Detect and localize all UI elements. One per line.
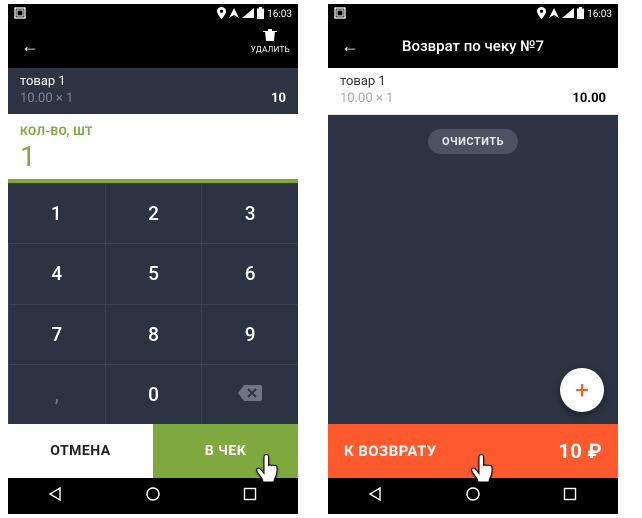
nav-recent[interactable] <box>225 486 275 506</box>
keypad: 1 2 3 4 5 6 7 8 9 , 0 <box>8 183 298 424</box>
battery-icon <box>257 7 264 22</box>
statusbar: 16:03 <box>8 4 298 24</box>
trash-icon <box>263 28 277 45</box>
return-amount: 10 ₽ <box>558 439 602 463</box>
key-4[interactable]: 4 <box>8 243 105 303</box>
key-5[interactable]: 5 <box>105 243 202 303</box>
quantity-panel: КОЛ-ВО, ШТ 1 <box>8 114 298 183</box>
item-price: 10.00 <box>572 91 606 106</box>
screenshot-icon <box>14 7 26 22</box>
key-6[interactable]: 6 <box>201 243 298 303</box>
key-1[interactable]: 1 <box>8 183 105 243</box>
item-price: 10 <box>271 91 286 106</box>
key-9[interactable]: 9 <box>201 304 298 364</box>
android-navbar <box>328 478 618 514</box>
signal-icon <box>549 8 559 21</box>
statusbar: 16:03 <box>328 4 618 24</box>
line-item[interactable]: товар 1 10.00 × 1 10.00 <box>328 68 618 115</box>
return-button[interactable]: К ВОЗВРАТУ 10 ₽ <box>328 424 618 478</box>
return-label: К ВОЗВРАТУ <box>344 442 437 460</box>
item-qty: 10.00 × 1 <box>340 91 393 106</box>
item-name: товар 1 <box>340 74 606 89</box>
item-name: товар 1 <box>20 74 286 89</box>
wifi-icon <box>242 8 254 21</box>
backspace-icon <box>238 383 262 406</box>
header: ← УДАЛИТЬ <box>8 24 298 68</box>
plus-icon: + <box>575 376 589 404</box>
item-qty: 10.00 × 1 <box>20 91 73 106</box>
clear-button[interactable]: ОЧИСТИТЬ <box>428 129 518 154</box>
quantity-value: 1 <box>20 140 286 173</box>
back-button[interactable]: ← <box>328 36 372 57</box>
phone-quantity-screen: 16:03 ← УДАЛИТЬ товар 1 10.00 × 1 10 КОЛ… <box>8 4 298 514</box>
key-8[interactable]: 8 <box>105 304 202 364</box>
signal-icon <box>229 8 239 21</box>
header: ← Возврат по чеку №7 <box>328 24 618 68</box>
action-row: ОТМЕНА В ЧЕК <box>8 424 298 478</box>
android-navbar <box>8 478 298 514</box>
key-backspace[interactable] <box>201 364 298 424</box>
delete-button[interactable]: УДАЛИТЬ <box>251 28 290 54</box>
nav-recent[interactable] <box>545 486 595 506</box>
line-item: товар 1 10.00 × 1 10 <box>8 68 298 114</box>
nav-home[interactable] <box>128 486 178 506</box>
page-title: Возврат по чеку №7 <box>372 37 618 55</box>
status-time: 16:03 <box>587 9 612 20</box>
status-time: 16:03 <box>267 9 292 20</box>
key-2[interactable]: 2 <box>105 183 202 243</box>
nav-home[interactable] <box>448 486 498 506</box>
key-0[interactable]: 0 <box>105 364 202 424</box>
wifi-icon <box>562 8 574 21</box>
delete-label: УДАЛИТЬ <box>251 45 290 54</box>
phone-return-screen: 16:03 ← Возврат по чеку №7 товар 1 10.00… <box>328 4 618 514</box>
screenshot-icon <box>334 7 346 22</box>
add-button-label: В ЧЕК <box>205 443 247 459</box>
nav-back[interactable] <box>31 486 81 506</box>
add-item-fab[interactable]: + <box>560 368 604 412</box>
location-icon <box>217 7 226 22</box>
nav-back[interactable] <box>351 486 401 506</box>
battery-icon <box>577 7 584 22</box>
back-button[interactable]: ← <box>8 36 52 57</box>
clear-row: ОЧИСТИТЬ <box>328 115 618 168</box>
quantity-label: КОЛ-ВО, ШТ <box>20 124 286 138</box>
key-comma[interactable]: , <box>8 364 105 424</box>
key-7[interactable]: 7 <box>8 304 105 364</box>
empty-area: + <box>328 168 618 424</box>
key-3[interactable]: 3 <box>201 183 298 243</box>
add-to-receipt-button[interactable]: В ЧЕК <box>153 424 298 478</box>
cancel-button[interactable]: ОТМЕНА <box>8 424 153 478</box>
location-icon <box>537 7 546 22</box>
